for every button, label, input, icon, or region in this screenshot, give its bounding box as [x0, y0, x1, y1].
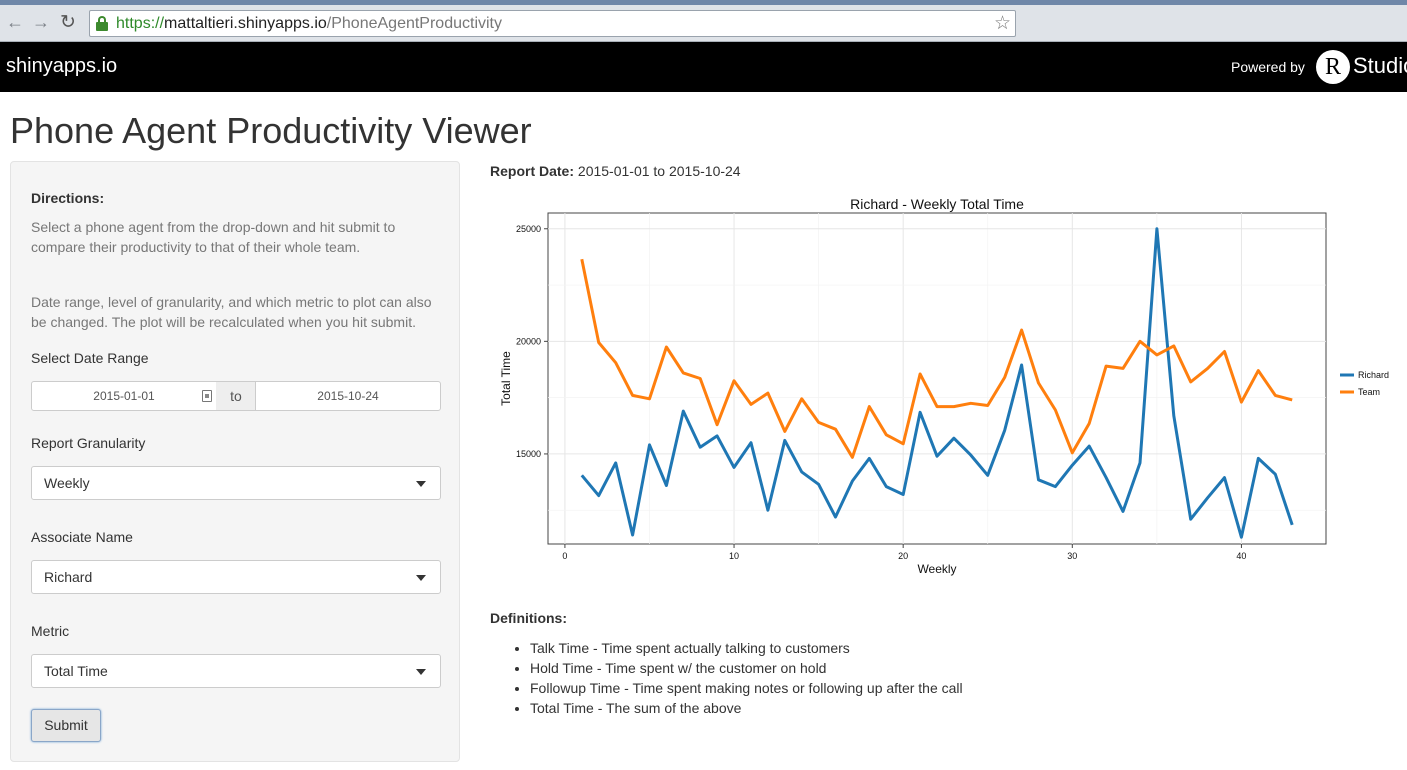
granularity-select[interactable]: Weekly — [31, 466, 441, 500]
y-tick-label: 25000 — [516, 224, 541, 234]
y-tick-label: 15000 — [516, 449, 541, 459]
report-date: Report Date: 2015-01-01 to 2015-10-24 — [490, 163, 741, 179]
forward-arrow-icon[interactable]: → — [32, 12, 50, 33]
legend-label: Team — [1358, 387, 1380, 397]
sidebar-panel: Directions: Select a phone agent from th… — [10, 161, 460, 762]
list-item: Followup Time - Time spent making notes … — [530, 678, 963, 698]
directions-label: Directions: — [31, 190, 105, 206]
date-range-label: Select Date Range — [31, 350, 149, 366]
chevron-down-icon — [416, 575, 426, 581]
back-arrow-icon[interactable]: ← — [6, 12, 24, 33]
bookmark-star-icon[interactable]: ☆ — [994, 12, 1011, 35]
list-item: Talk Time - Time spent actually talking … — [530, 638, 963, 658]
calendar-icon — [202, 390, 212, 402]
metric-label: Metric — [31, 623, 70, 639]
date-separator: to — [216, 381, 256, 411]
shinyapps-header: shinyapps.io Powered by R Studio — [0, 42, 1407, 92]
metric-value: Total Time — [44, 663, 108, 679]
metric-select[interactable]: Total Time — [31, 654, 441, 688]
start-date-input[interactable]: 2015-01-01 — [31, 381, 217, 411]
x-tick-label: 0 — [562, 551, 567, 561]
browser-toolbar: ← → ↻ https://mattaltieri.shinyapps.io/P… — [0, 0, 1407, 42]
x-tick-label: 20 — [898, 551, 908, 561]
weekly-total-time-chart: 0 10 20 30 40 15000 20000 25000 Richard - Weekly… — [499, 196, 1389, 576]
x-axis-label: Weekly — [917, 562, 956, 576]
x-tick-label: 30 — [1067, 551, 1077, 561]
url-host: mattaltieri.shinyapps.io — [164, 15, 327, 32]
start-date-value: 2015-01-01 — [93, 389, 155, 403]
legend-label: Richard — [1358, 370, 1389, 380]
y-axis-label: Total Time — [499, 351, 513, 406]
brand-link[interactable]: shinyapps.io — [6, 55, 117, 78]
submit-button[interactable]: Submit — [31, 709, 101, 742]
definitions-list: Talk Time - Time spent actually talking … — [530, 638, 963, 718]
chart-title: Richard - Weekly Total Time — [850, 196, 1024, 212]
url-text: https://mattaltieri.shinyapps.io/PhoneAg… — [116, 15, 502, 33]
associate-label: Associate Name — [31, 529, 133, 545]
rstudio-logo-icon[interactable]: R — [1316, 50, 1350, 84]
granularity-value: Weekly — [44, 475, 90, 491]
browser-tab-strip — [0, 0, 1407, 5]
directions-text-2: Date range, level of granularity, and wh… — [31, 294, 432, 330]
end-date-value: 2015-10-24 — [317, 389, 379, 403]
x-tick-label: 10 — [729, 551, 739, 561]
chevron-down-icon — [416, 669, 426, 675]
associate-value: Richard — [44, 569, 93, 585]
report-date-label: Report Date: — [490, 163, 575, 179]
rstudio-logo-text[interactable]: Studio — [1353, 53, 1407, 79]
definitions-label: Definitions: — [490, 610, 567, 626]
list-item: Hold Time - Time spent w/ the customer o… — [530, 658, 963, 678]
directions-text: Select a phone agent from the drop-down … — [31, 219, 396, 255]
url-path: /PhoneAgentProductivity — [326, 15, 502, 32]
reload-icon[interactable]: ↻ — [60, 11, 76, 34]
page-title: Phone Agent Productivity Viewer — [10, 110, 532, 151]
associate-select[interactable]: Richard — [31, 560, 441, 594]
powered-by-text: Powered by — [1231, 59, 1305, 75]
end-date-input[interactable]: 2015-10-24 — [255, 381, 441, 411]
chevron-down-icon — [416, 481, 426, 487]
report-date-value: 2015-01-01 to 2015-10-24 — [577, 163, 741, 179]
lock-icon — [96, 16, 108, 31]
url-scheme: https:// — [116, 15, 165, 32]
x-tick-label: 40 — [1236, 551, 1246, 561]
y-tick-label: 20000 — [516, 336, 541, 346]
list-item: Total Time - The sum of the above — [530, 698, 963, 718]
address-bar[interactable]: https://mattaltieri.shinyapps.io/PhoneAg… — [89, 10, 1016, 37]
granularity-label: Report Granularity — [31, 435, 146, 451]
